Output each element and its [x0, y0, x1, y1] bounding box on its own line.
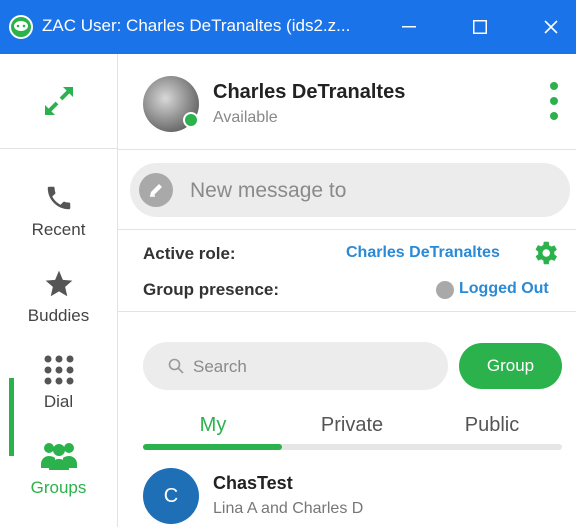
minimize-icon — [402, 26, 416, 28]
user-name: Charles DeTranaltes — [213, 81, 406, 103]
tab-public[interactable]: Public — [422, 414, 562, 437]
expand-button[interactable] — [0, 54, 117, 149]
active-tab-indicator — [143, 444, 282, 450]
maximize-button[interactable] — [448, 0, 512, 54]
role-panel: Active role: Charles DeTranaltes Group p… — [118, 230, 576, 312]
sidebar-item-label: Recent — [31, 220, 86, 239]
star-icon — [41, 266, 77, 302]
app-logo-icon — [9, 15, 33, 39]
sidebar-item-recent[interactable]: Recent — [0, 180, 117, 266]
sidebar: Recent Buddies Dial Groups — [0, 54, 118, 527]
user-header: Charles DeTranaltes Available — [118, 54, 576, 150]
phone-icon — [41, 180, 77, 216]
group-presence-link[interactable]: Logged Out — [459, 280, 549, 298]
add-group-button[interactable]: Group — [459, 343, 562, 389]
pencil-icon — [139, 173, 173, 207]
new-message-input[interactable]: New message to — [130, 163, 570, 217]
sidebar-item-label: Buddies — [27, 306, 90, 325]
group-presence-label: Group presence: — [143, 280, 280, 299]
groups-icon — [41, 438, 77, 474]
group-avatar[interactable]: C — [143, 468, 199, 524]
active-role-label: Active role: — [143, 244, 236, 263]
new-message-placeholder: New message to — [190, 179, 347, 202]
group-members: Lina A and Charles D — [213, 500, 364, 517]
title-bar: ZAC User: Charles DeTranaltes (ids2.z... — [0, 0, 576, 54]
expand-arrows-icon — [44, 87, 73, 115]
search-placeholder: Search — [193, 357, 247, 376]
user-status[interactable]: Available — [213, 109, 278, 127]
maximize-icon — [473, 20, 487, 34]
kebab-dot-icon — [550, 82, 558, 90]
search-input[interactable]: Search — [143, 342, 448, 390]
presence-status-icon — [436, 281, 454, 299]
search-icon — [168, 358, 184, 374]
more-options-button[interactable] — [546, 82, 562, 122]
sidebar-item-dial[interactable]: Dial — [0, 352, 117, 438]
sidebar-item-label: Groups — [30, 478, 87, 497]
active-nav-indicator — [9, 378, 14, 456]
dialpad-icon — [41, 352, 77, 388]
tab-my[interactable]: My — [143, 414, 283, 437]
tab-private[interactable]: Private — [282, 414, 422, 437]
presence-indicator — [183, 112, 199, 128]
sidebar-item-groups[interactable]: Groups — [0, 438, 117, 524]
window-title: ZAC User: Charles DeTranaltes (ids2.z... — [42, 16, 351, 35]
sidebar-item-buddies[interactable]: Buddies — [0, 266, 117, 352]
group-name[interactable]: ChasTest — [213, 473, 293, 494]
kebab-dot-icon — [550, 112, 558, 120]
kebab-dot-icon — [550, 97, 558, 105]
gear-icon[interactable] — [530, 238, 560, 268]
close-icon — [544, 20, 558, 34]
close-button[interactable] — [519, 0, 576, 54]
compose-area: New message to — [118, 150, 576, 230]
sidebar-item-label: Dial — [43, 392, 74, 411]
active-role-link[interactable]: Charles DeTranaltes — [346, 244, 500, 262]
minimize-button[interactable] — [377, 0, 441, 54]
